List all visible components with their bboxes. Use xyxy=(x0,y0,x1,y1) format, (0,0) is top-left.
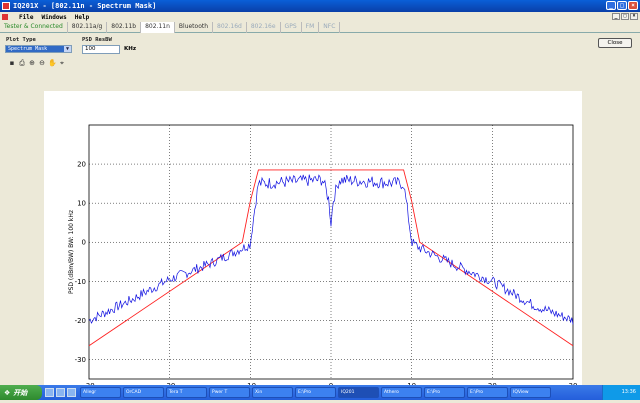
title-bar: IQ201X - [802.11n - Spectrum Mask] _ □ × xyxy=(0,0,640,12)
mdi-restore-button[interactable]: □ xyxy=(621,13,629,20)
taskbar-item[interactable]: E:\Pro xyxy=(467,387,508,398)
y-tick-label: 0 xyxy=(82,239,86,247)
window-title: IQ201X - [802.11n - Spectrum Mask] xyxy=(13,2,157,10)
psd-resbw-input[interactable]: 100 xyxy=(82,45,120,54)
chevron-down-icon[interactable]: ▼ xyxy=(64,46,71,52)
tab-strip: Tester & Connected 802.11a/g 802.11b 802.11… xyxy=(0,22,640,33)
tab-4[interactable]: Bluetooth xyxy=(175,22,214,33)
show-desktop-icon[interactable] xyxy=(45,388,54,397)
taskbar-item[interactable]: E:\Pro xyxy=(424,387,465,398)
main-panel: Plot Type PSD ResBW Spectrum Mask ▼ 100 … xyxy=(0,33,640,399)
tab-9[interactable]: NFC xyxy=(319,22,341,33)
taskbar-item[interactable]: OrCAD xyxy=(123,387,164,398)
tab-6[interactable]: 802.16e xyxy=(247,22,281,33)
y-tick-label: 20 xyxy=(77,161,86,169)
taskbar-item[interactable]: Xin xyxy=(252,387,293,398)
data-cursor-icon[interactable]: ⌖ xyxy=(58,59,66,67)
psd-resbw-label: PSD ResBW xyxy=(82,37,112,43)
minimize-button[interactable]: _ xyxy=(606,1,616,10)
psd-unit-label: KHz xyxy=(124,46,137,52)
taskbar-item[interactable]: Athero xyxy=(381,387,422,398)
plot-area: -30-20-100102030-30-20-1001020Frequency … xyxy=(44,91,582,399)
y-tick-label: -30 xyxy=(75,356,86,364)
windows-logo-icon: ❖ xyxy=(4,388,11,397)
taskbar-item[interactable]: IQ201 xyxy=(338,387,379,398)
y-axis-label: PSD (dBm/BW) BW: 100 kHz xyxy=(68,210,75,294)
app-icon xyxy=(2,2,10,10)
close-window-button[interactable]: × xyxy=(628,1,638,10)
document-icon xyxy=(2,14,8,20)
tab-2[interactable]: 802.11b xyxy=(107,22,142,33)
quick-launch xyxy=(45,388,76,397)
save-icon[interactable]: ▪ xyxy=(8,59,16,67)
taskbar-item[interactable]: IQView xyxy=(510,387,551,398)
clock: 13:36 xyxy=(621,389,636,395)
mdi-minimize-button[interactable]: _ xyxy=(612,13,620,20)
menu-windows[interactable]: Windows xyxy=(41,14,66,21)
zoom-out-icon[interactable]: ⊖ xyxy=(38,59,46,67)
menu-bar: File Windows Help _ □ × xyxy=(0,12,640,22)
tab-3[interactable]: 802.11n xyxy=(141,22,175,33)
plot-toolbar: ▪ ⎙ ⊕ ⊖ ✋ ⌖ xyxy=(8,59,66,67)
explorer-icon[interactable] xyxy=(67,388,76,397)
tab-8[interactable]: FM xyxy=(302,22,320,33)
taskbar-item[interactable]: E:\Pro xyxy=(295,387,336,398)
close-button[interactable]: Close xyxy=(598,38,632,48)
task-list: Allegr OrCAD Tera T Pwer T Xin E:\Pro IQ201 Ath… xyxy=(80,387,551,398)
start-label: 开始 xyxy=(13,388,28,397)
y-tick-label: -20 xyxy=(75,317,86,325)
y-tick-label: -10 xyxy=(75,278,86,286)
plot-type-label: Plot Type xyxy=(6,37,36,43)
menu-file[interactable]: File xyxy=(19,14,33,21)
pan-icon[interactable]: ✋ xyxy=(48,59,57,67)
plot-type-select[interactable]: Spectrum Mask ▼ xyxy=(5,45,72,53)
system-tray: 13:36 xyxy=(602,385,640,400)
taskbar-item[interactable]: Allegr xyxy=(80,387,121,398)
menu-help[interactable]: Help xyxy=(75,14,89,21)
tab-7[interactable]: GPS xyxy=(281,22,302,33)
taskbar-item[interactable]: Pwer T xyxy=(209,387,250,398)
taskbar-item[interactable]: Tera T xyxy=(166,387,207,398)
start-button[interactable]: ❖ 开始 xyxy=(0,385,42,400)
tab-1[interactable]: 802.11a/g xyxy=(68,22,108,33)
y-tick-label: 10 xyxy=(77,200,86,208)
spectrum-chart: -30-20-100102030-30-20-1001020Frequency … xyxy=(68,124,577,399)
browser-icon[interactable] xyxy=(56,388,65,397)
maximize-button[interactable]: □ xyxy=(617,1,627,10)
print-icon[interactable]: ⎙ xyxy=(18,59,26,67)
tab-5[interactable]: 802.16d xyxy=(213,22,247,33)
tab-0[interactable]: Tester & Connected xyxy=(0,22,68,33)
zoom-in-icon[interactable]: ⊕ xyxy=(28,59,36,67)
plot-type-value: Spectrum Mask xyxy=(8,46,48,52)
mdi-close-button[interactable]: × xyxy=(630,13,638,20)
taskbar: ❖ 开始 Allegr OrCAD Tera T Pwer T Xin E:\Pro IQ2… xyxy=(0,385,640,400)
